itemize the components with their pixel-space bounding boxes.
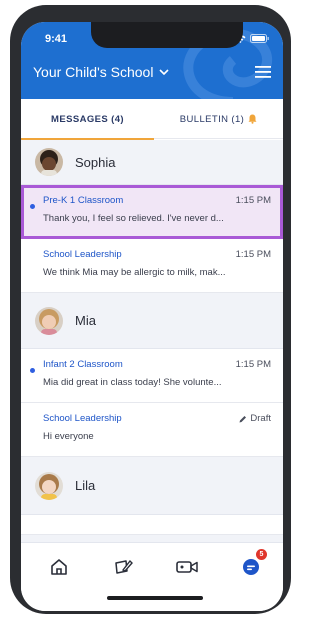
- device-notch: [91, 22, 243, 48]
- tab-bulletin-label: BULLETIN (1): [179, 113, 245, 125]
- thread-preview: Hi everyone: [43, 431, 94, 442]
- chat-icon: [243, 559, 259, 575]
- nav-video[interactable]: [175, 555, 199, 579]
- compose-icon: [115, 559, 133, 574]
- message-thread[interactable]: School Leadership 1:15 PM We think Mia m…: [21, 239, 283, 293]
- thread-time: 1:15 PM: [235, 249, 271, 260]
- thread-time: 1:15 PM: [235, 359, 271, 370]
- avatar: [35, 306, 63, 335]
- status-time: 9:41: [45, 33, 68, 45]
- avatar: [35, 148, 63, 176]
- message-thread[interactable]: School Leadership Draft Hi everyone: [21, 403, 283, 457]
- tab-messages-label: MESSAGES (4): [51, 113, 124, 125]
- avatar: [35, 471, 63, 500]
- thread-name: School Leadership: [43, 413, 122, 424]
- school-title: Your Child's School: [33, 64, 154, 80]
- pencil-icon: [239, 415, 247, 422]
- thread-time: 1:15 PM: [235, 195, 271, 206]
- notification-badge: 5: [256, 549, 267, 560]
- home-icon: [51, 559, 67, 575]
- nav-home[interactable]: [47, 555, 71, 579]
- tab-messages[interactable]: MESSAGES (4): [21, 99, 154, 140]
- draft-label: Draft: [250, 413, 271, 424]
- bell-icon: [248, 114, 257, 124]
- nav-messages[interactable]: 5: [239, 549, 267, 579]
- app-screen: 9:41 Your Child's School MESSAGES (4) BU…: [21, 22, 283, 611]
- thread-name: School Leadership: [43, 249, 122, 260]
- nav-compose[interactable]: [111, 555, 135, 579]
- unread-indicator: [30, 204, 35, 209]
- child-group-header: Mia: [21, 293, 283, 349]
- home-indicator: [107, 596, 203, 600]
- message-thread[interactable]: Infant 2 Classroom 1:15 PM Mia did great…: [21, 349, 283, 403]
- child-name: Lila: [75, 478, 96, 493]
- phone-frame: 9:41 Your Child's School MESSAGES (4) BU…: [10, 5, 291, 614]
- tab-bar: MESSAGES (4) BULLETIN (1): [21, 99, 283, 140]
- child-name: Sophia: [75, 154, 116, 170]
- school-selector[interactable]: Your Child's School: [33, 64, 170, 80]
- thread-name: Infant 2 Classroom: [43, 359, 123, 370]
- video-icon: [176, 561, 198, 573]
- thread-preview: Thank you, I feel so relieved. I've neve…: [43, 213, 224, 224]
- thread-preview: Mia did great in class today! She volunt…: [43, 377, 222, 388]
- thread-name: Pre-K 1 Classroom: [43, 195, 124, 206]
- tab-bulletin[interactable]: BULLETIN (1): [154, 99, 283, 139]
- hamburger-menu-icon[interactable]: [255, 66, 271, 78]
- chevron-down-icon: [159, 69, 170, 75]
- thread-preview: We think Mia may be allergic to milk, ma…: [43, 267, 226, 278]
- unread-indicator: [30, 368, 35, 373]
- thread-time: Draft: [239, 413, 271, 424]
- bottom-navigation: 5: [21, 542, 283, 611]
- child-group-header: Lila: [21, 457, 283, 515]
- message-list: Sophia Pre-K 1 Classroom 1:15 PM Thank y…: [21, 140, 283, 542]
- message-thread[interactable]: Pre-K 1 Classroom 1:15 PM Thank you, I f…: [21, 185, 283, 239]
- child-group-header: Sophia: [21, 140, 283, 185]
- battery-icon: [250, 34, 269, 43]
- list-item-placeholder: [21, 515, 283, 535]
- child-name: Mia: [75, 313, 96, 328]
